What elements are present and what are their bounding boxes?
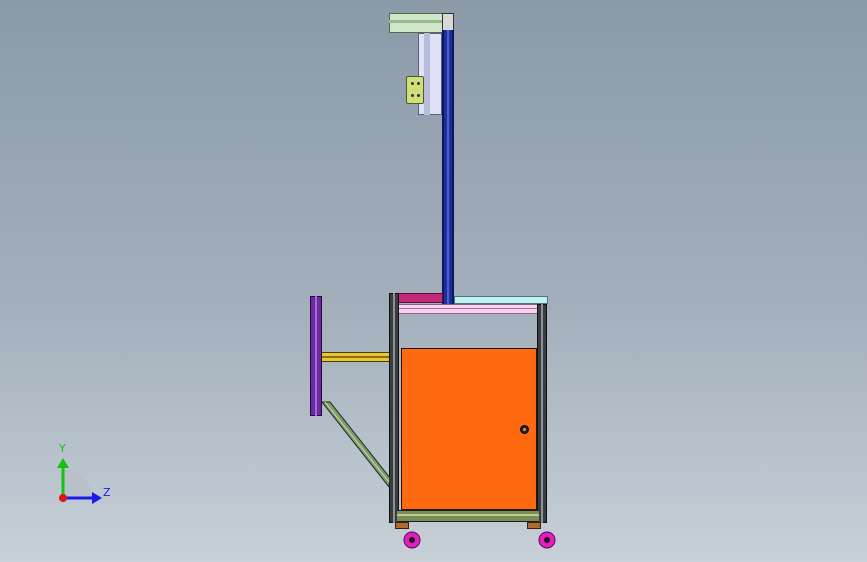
triad-y-label: Y <box>59 442 66 455</box>
cad-geometry <box>57 401 556 549</box>
orientation-triad <box>57 458 102 504</box>
right-wheel <box>538 531 556 549</box>
cad-viewport[interactable]: Y Z <box>0 0 867 562</box>
left-wheel <box>403 531 421 549</box>
diagonal-brace <box>320 401 391 489</box>
triad-z-label: Z <box>103 486 111 499</box>
